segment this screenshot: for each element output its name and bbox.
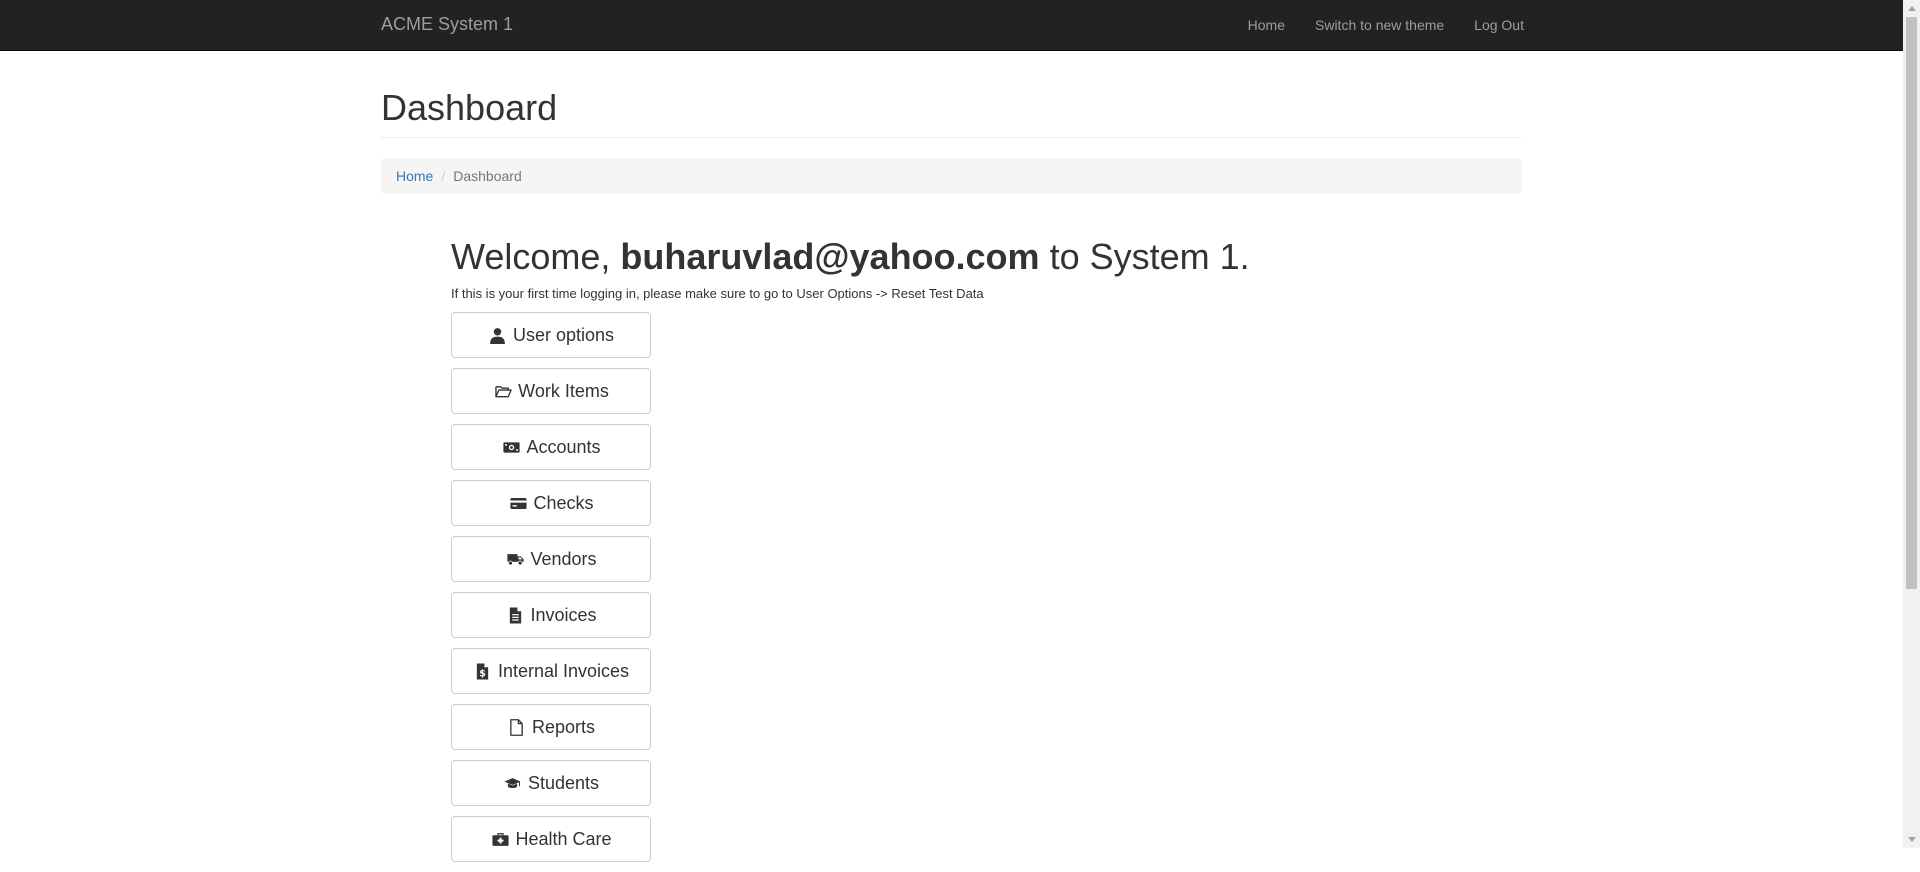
user-icon	[488, 326, 508, 344]
money-icon	[501, 438, 521, 456]
welcome-user-email: buharuvlad@yahoo.com	[620, 236, 1040, 277]
medkit-icon	[490, 830, 510, 848]
welcome-suffix: to System 1.	[1039, 236, 1250, 277]
truck-icon	[505, 550, 525, 568]
reports-button[interactable]: Reports	[451, 704, 651, 750]
page-scrollbar[interactable]	[1903, 0, 1920, 848]
nav-logout-link[interactable]: Log Out	[1459, 0, 1524, 50]
accounts-button[interactable]: Accounts	[451, 424, 651, 470]
checks-button[interactable]: Checks	[451, 480, 651, 526]
dashboard-content: Welcome, buharuvlad@yahoo.com to System …	[451, 235, 1250, 872]
page-title: Dashboard	[381, 87, 558, 128]
vendors-button[interactable]: Vendors	[451, 536, 651, 582]
folder-open-icon	[493, 382, 513, 400]
button-label: Invoices	[530, 604, 597, 625]
dashboard-button-list: User options Work Items Accounts Checks	[451, 312, 1250, 862]
scroll-up-arrow[interactable]	[1903, 0, 1920, 17]
credit-card-icon	[508, 494, 528, 512]
scroll-down-arrow[interactable]	[1903, 831, 1920, 848]
graduation-cap-icon	[503, 774, 523, 792]
file-text-icon	[505, 606, 525, 624]
page-header: Dashboard	[381, 88, 1522, 138]
internal-invoices-button[interactable]: $ Internal Invoices	[451, 648, 651, 694]
students-button[interactable]: Students	[451, 760, 651, 806]
button-label: User options	[512, 324, 615, 345]
button-label: Checks	[533, 492, 594, 513]
file-invoice-dollar-icon: $	[473, 662, 493, 680]
brand-link[interactable]: ACME System 1	[381, 14, 513, 34]
button-label: Health Care	[515, 828, 612, 849]
button-label: Accounts	[526, 436, 601, 457]
nav-switch-theme-link[interactable]: Switch to new theme	[1300, 0, 1459, 50]
work-items-button[interactable]: Work Items	[451, 368, 651, 414]
button-label: Work Items	[518, 380, 609, 401]
main-container: Dashboard Home / Dashboard Welcome, buha…	[381, 51, 1522, 862]
breadcrumb: Home / Dashboard	[381, 158, 1522, 194]
button-label: Students	[527, 772, 600, 793]
nav-home-link[interactable]: Home	[1233, 0, 1300, 50]
button-label: Vendors	[530, 548, 597, 569]
first-login-note: If this is your first time logging in, p…	[451, 286, 984, 301]
breadcrumb-home-link[interactable]: Home	[396, 168, 433, 184]
button-label: Reports	[531, 716, 596, 737]
welcome-prefix: Welcome,	[451, 236, 621, 277]
health-care-button[interactable]: Health Care	[451, 816, 651, 862]
invoices-button[interactable]: Invoices	[451, 592, 651, 638]
breadcrumb-separator: /	[441, 168, 446, 184]
breadcrumb-current: Dashboard	[453, 168, 522, 184]
scrollbar-thumb[interactable]	[1906, 17, 1917, 589]
welcome-heading: Welcome, buharuvlad@yahoo.com to System …	[451, 235, 1250, 278]
svg-text:$: $	[480, 668, 487, 679]
user-options-button[interactable]: User options	[451, 312, 651, 358]
file-icon	[507, 718, 527, 736]
top-navbar: ACME System 1 Home Switch to new theme L…	[0, 0, 1903, 51]
button-label: Internal Invoices	[497, 660, 630, 681]
navbar-links: Home Switch to new theme Log Out	[1233, 0, 1524, 50]
